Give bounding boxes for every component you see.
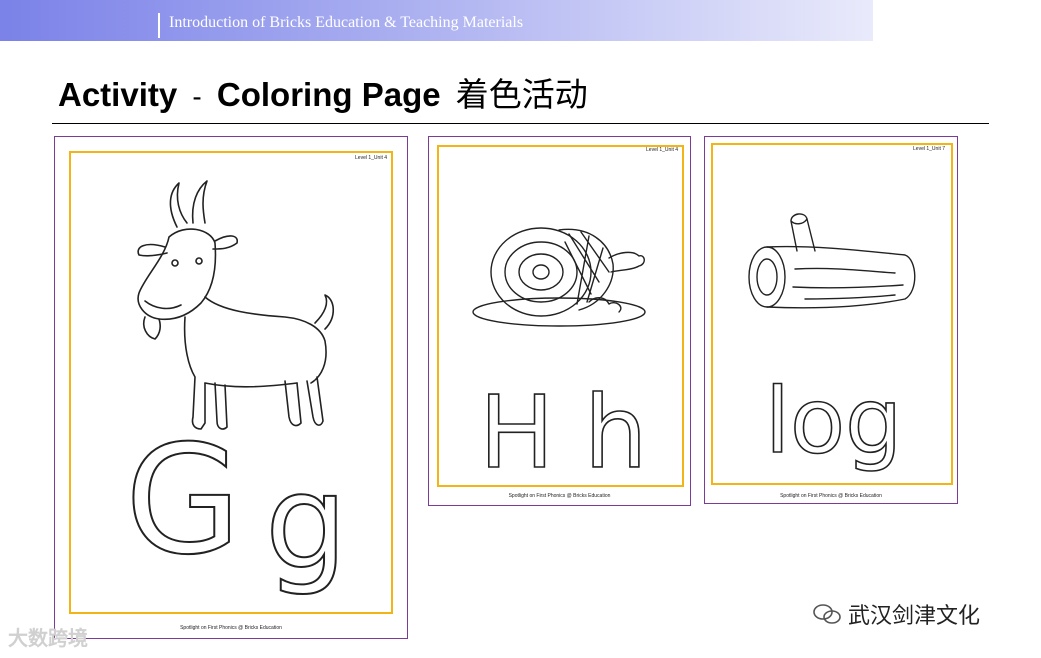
title-english-1: Activity bbox=[58, 76, 178, 113]
title-rule bbox=[52, 123, 989, 124]
letter-uppercase-h: H bbox=[479, 377, 554, 477]
level-tag: Level 1_Unit 4 bbox=[646, 147, 678, 153]
word-log-text: log bbox=[765, 372, 902, 472]
letter-lowercase-g: g bbox=[265, 446, 348, 598]
footer-credit: Spotlight on First Phonics @ Bricks Educ… bbox=[508, 493, 611, 499]
footer-credit: Spotlight on First Phonics @ Bricks Educ… bbox=[780, 493, 882, 499]
watermark-left-text: 大数跨境 bbox=[8, 628, 88, 650]
level-tag: Level 1_Unit 7 bbox=[913, 146, 945, 152]
header-divider bbox=[158, 13, 160, 38]
watermark-right: 武汉剑津文化 bbox=[812, 598, 980, 630]
goat-illustration bbox=[137, 180, 335, 430]
header-text: Introduction of Bricks Education & Teach… bbox=[169, 14, 524, 31]
coloring-page-goat: Level 1_Unit 4 G g Spotlight on First Ph… bbox=[54, 136, 408, 639]
letters-g: G g bbox=[124, 432, 349, 599]
watermark-right-text: 武汉剑津文化 bbox=[848, 604, 981, 629]
title-chinese: 着色活动 bbox=[455, 75, 588, 114]
title-dash: - bbox=[192, 81, 202, 112]
coloring-page-ham: Level 1_Unit 4 H h Spotlight on First Ph… bbox=[428, 136, 691, 506]
title-english-2: Coloring Page bbox=[216, 76, 441, 113]
ham-illustration bbox=[472, 227, 646, 327]
footer-credit: Spotlight on First Phonics @ Bricks Educ… bbox=[180, 625, 282, 631]
coloring-page-log: Level 1_Unit 7 log Spotlight on First Ph… bbox=[704, 136, 958, 504]
letter-lowercase-h: h bbox=[584, 377, 647, 477]
word-log: log bbox=[765, 372, 903, 472]
letter-uppercase-g: G bbox=[125, 432, 241, 588]
letters-h: H h bbox=[479, 377, 648, 477]
watermark-left: 大数跨境 bbox=[8, 622, 88, 651]
log-illustration bbox=[748, 213, 916, 309]
slide-title: Activity - Coloring Page 着色活动 bbox=[58, 68, 588, 116]
wechat-icon bbox=[813, 604, 841, 624]
level-tag: Level 1_Unit 4 bbox=[355, 155, 387, 161]
